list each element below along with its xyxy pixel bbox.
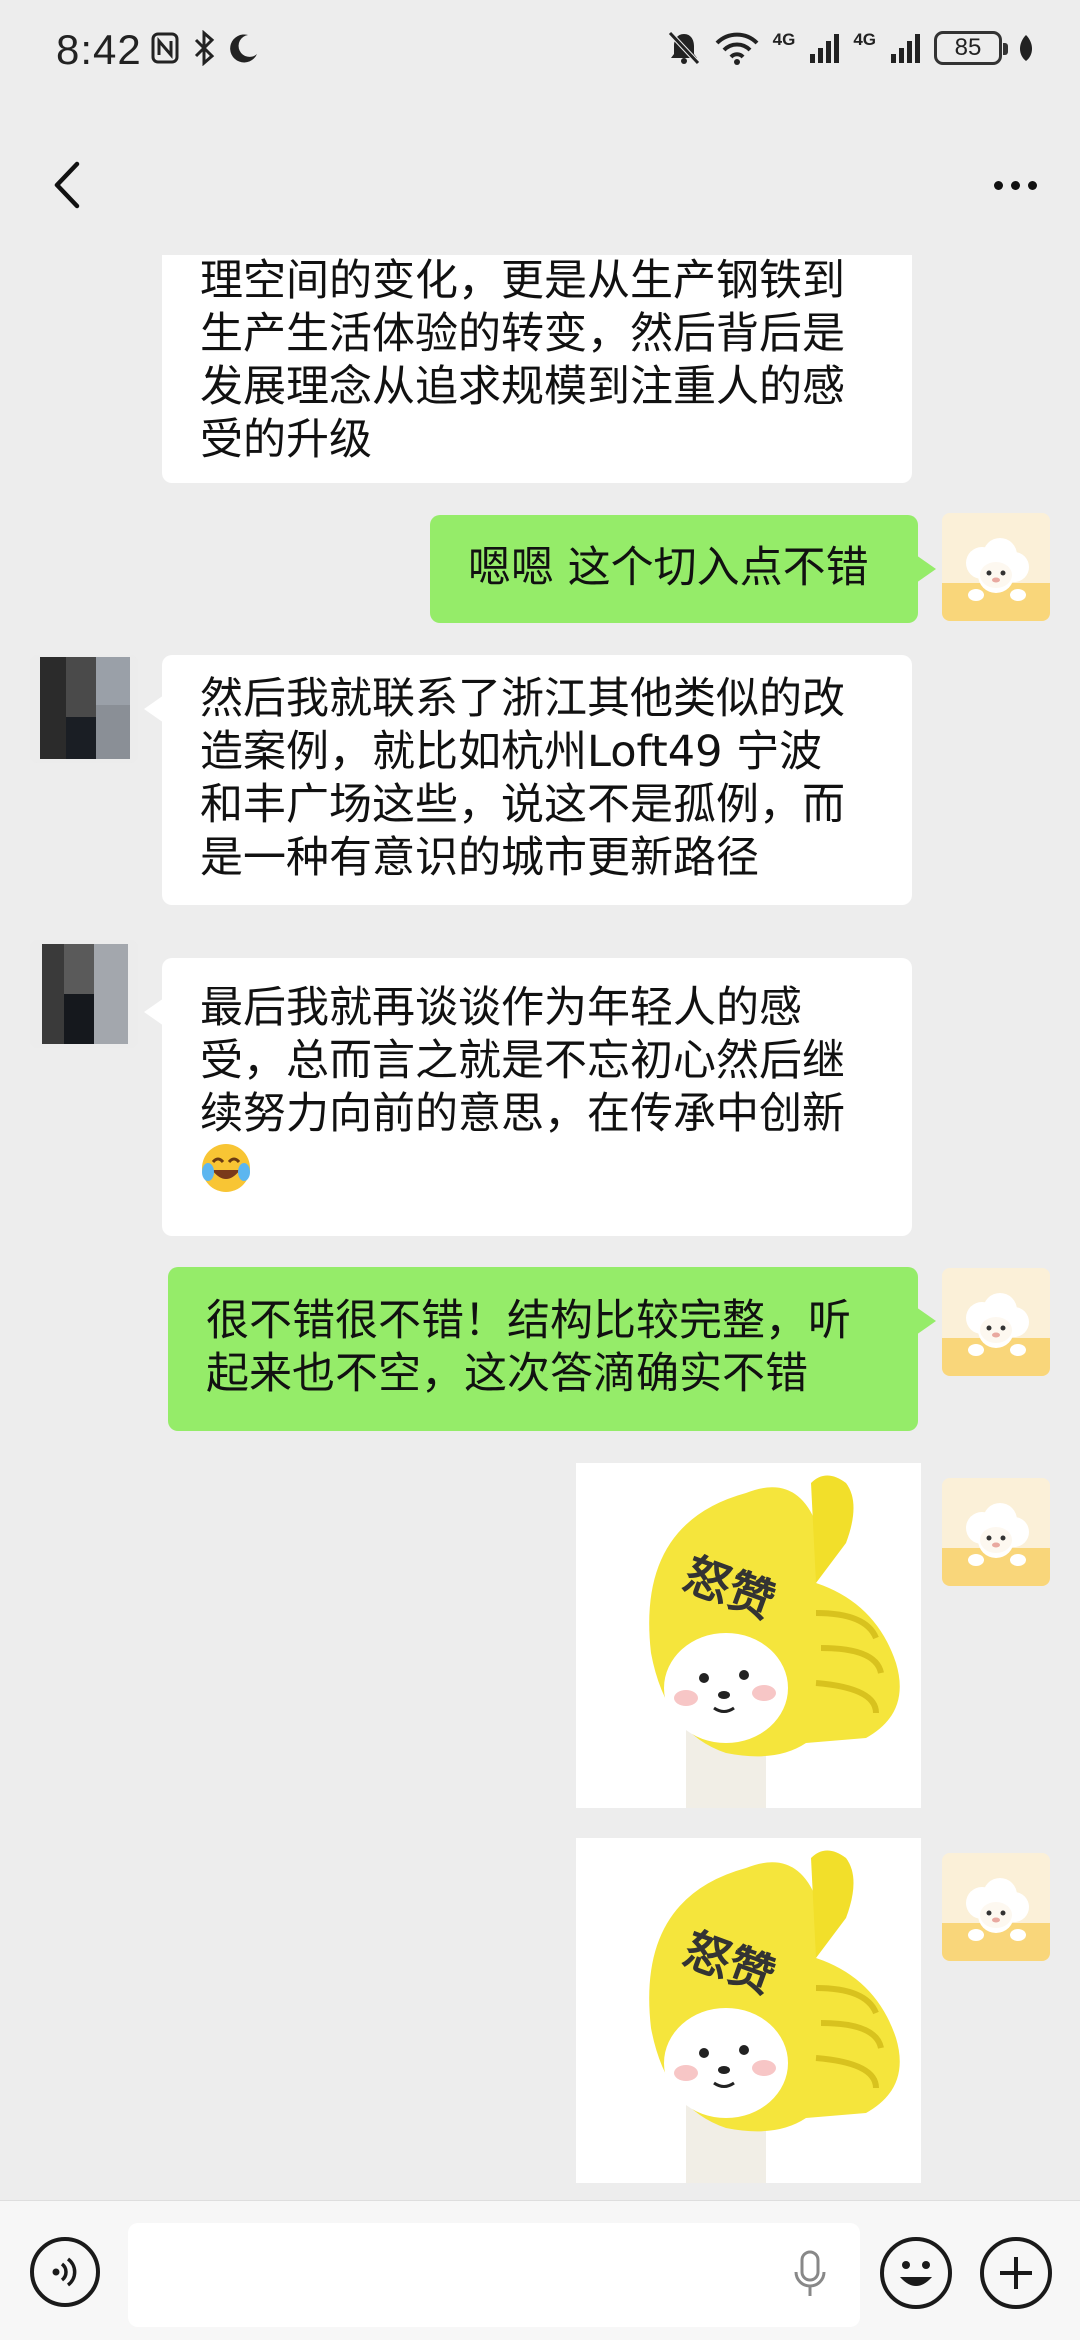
contact-avatar-image — [30, 940, 138, 1048]
signal-icon-1 — [810, 34, 840, 63]
network-label-2: 4G — [853, 30, 876, 49]
more-dot — [993, 180, 1003, 190]
sheep-avatar-image — [942, 1268, 1050, 1376]
my-avatar[interactable] — [942, 1478, 1050, 1586]
status-left-icons — [150, 30, 260, 66]
nfc-icon — [151, 32, 179, 64]
message-line: 和丰广场这些，说这不是孤例，而 — [200, 780, 845, 830]
thumbs-up-bear-image: 怒赞 — [576, 1463, 921, 1808]
message-line: 生产生活体验的转变，然后背后是 — [200, 309, 845, 359]
contact-avatar[interactable] — [30, 940, 138, 1048]
message-line: 嗯嗯 这个切入点不错 — [468, 543, 869, 593]
battery-indicator: 85 — [934, 31, 1008, 65]
my-avatar[interactable] — [942, 1268, 1050, 1376]
message-bubble-incoming[interactable]: 然后我就联系了浙江其他类似的改 造案例，就比如杭州Loft49 宁波 和丰广场这… — [144, 655, 912, 905]
battery-level: 85 — [954, 34, 982, 61]
my-avatar[interactable] — [942, 1853, 1050, 1961]
sheep-avatar-image — [942, 1478, 1050, 1586]
more-button[interactable] — [980, 155, 1050, 215]
status-bar: 8:42 4G 4G 85 — [0, 0, 1080, 110]
status-time: 8:42 — [56, 26, 142, 73]
sheep-avatar-image — [942, 1853, 1050, 1961]
network-label-1: 4G — [772, 30, 796, 49]
message-bubble-incoming[interactable]: 理空间的变化，更是从生产钢铁到 生产生活体验的转变，然后背后是 发展理念从追求规… — [162, 255, 912, 483]
more-dot — [1010, 180, 1020, 190]
message-bubble-outgoing[interactable]: 很不错很不错！结构比较完整，听 起来也不空，这次答滴确实不错 — [168, 1267, 936, 1431]
mic-button[interactable] — [780, 2245, 840, 2305]
message-line: 是一种有意识的城市更新路径 — [200, 833, 759, 883]
message-line: 起来也不空，这次答滴确实不错 — [206, 1349, 808, 1399]
thumbs-up-sticker[interactable]: 怒赞 — [576, 1838, 921, 2183]
chevron-left-icon — [54, 161, 80, 209]
message-line: 最后我就再谈谈作为年轻人的感 — [200, 983, 802, 1033]
chat-header — [0, 110, 1080, 260]
message-line: 造案例，就比如杭州Loft49 宁波 — [200, 727, 823, 777]
chat-area[interactable]: 理空间的变化，更是从生产钢铁到 生产生活体验的转变，然后背后是 发展理念从追求规… — [0, 255, 1080, 2200]
message-input[interactable] — [128, 2223, 860, 2327]
message-line: 理空间的变化，更是从生产钢铁到 — [200, 256, 845, 306]
thumbs-up-bear-image: 怒赞 — [576, 1838, 921, 2183]
plus-icon — [1000, 2257, 1032, 2289]
signal-icon-2 — [891, 34, 920, 63]
wifi-icon — [715, 32, 759, 65]
smiley-icon — [900, 2261, 932, 2286]
sheep-avatar-image — [942, 513, 1050, 621]
moon-icon — [230, 34, 257, 63]
message-line: 续努力向前的意思，在传承中创新 — [200, 1089, 845, 1139]
status-right-icons: 4G 4G 85 — [667, 30, 1036, 66]
more-dot — [1027, 180, 1037, 190]
message-bubble-outgoing[interactable]: 嗯嗯 这个切入点不错 — [430, 515, 936, 623]
bluetooth-icon — [194, 30, 215, 66]
message-bubble-incoming[interactable]: 最后我就再谈谈作为年轻人的感 受，总而言之就是不忘初心然后继 续努力向前的意思，… — [144, 958, 912, 1236]
leaf-icon — [1020, 35, 1032, 61]
microphone-icon — [794, 2250, 826, 2296]
my-avatar[interactable] — [942, 513, 1050, 621]
voice-mode-button[interactable] — [30, 2237, 100, 2307]
message-line: 然后我就联系了浙江其他类似的改 — [200, 674, 845, 724]
message-line: 很不错很不错！结构比较完整，听 — [206, 1296, 851, 1346]
message-line: 发展理念从追求规模到注重人的感 — [200, 362, 845, 412]
emoji-button[interactable] — [880, 2237, 952, 2309]
message-line: 受的升级 — [200, 415, 372, 465]
input-bar — [0, 2200, 1080, 2340]
thumbs-up-sticker[interactable]: 怒赞 — [576, 1463, 921, 1808]
contact-avatar[interactable] — [30, 655, 138, 763]
voice-icon — [52, 2257, 77, 2287]
contact-avatar-image — [30, 655, 138, 763]
message-line: 受，总而言之就是不忘初心然后继 — [200, 1036, 845, 1086]
laughing-tears-emoji — [200, 1141, 874, 1194]
back-button[interactable] — [36, 150, 96, 220]
laughing-tears-emoji-icon — [202, 1143, 250, 1192]
more-actions-button[interactable] — [980, 2237, 1052, 2309]
mute-bell-icon — [667, 31, 700, 65]
